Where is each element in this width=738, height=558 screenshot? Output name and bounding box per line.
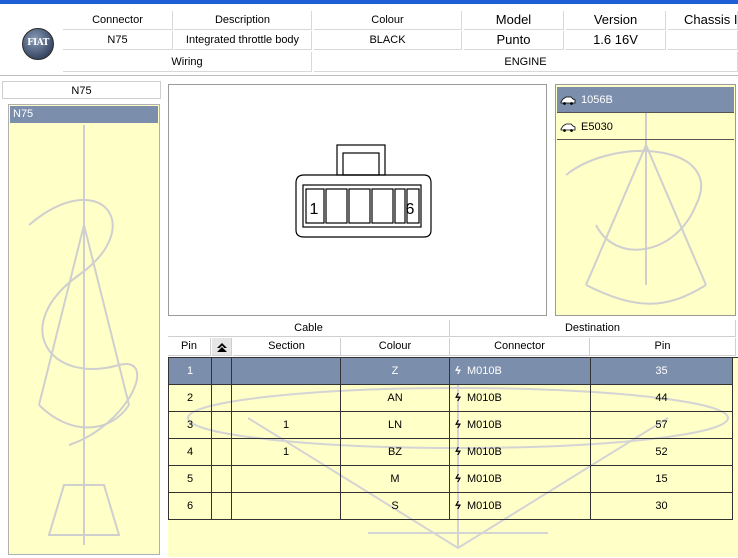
sort-icon	[216, 343, 227, 352]
watermark-graphic	[28, 125, 139, 545]
table-row[interactable]: 5 Mϟ M010B 15	[168, 466, 733, 493]
cell-connector: ϟ M010B	[450, 358, 591, 385]
header-label-connector: Connector	[63, 11, 173, 30]
variant-label: E5030	[581, 121, 613, 133]
header-value-model: Punto	[464, 31, 564, 50]
column-header-colour[interactable]: Colour	[341, 338, 450, 356]
cell-pin: 1	[168, 358, 212, 385]
table-row[interactable]: 1 Zϟ M010B 35	[168, 358, 733, 385]
pin-label-first: 1	[310, 201, 319, 218]
column-header-section[interactable]: Section	[233, 338, 341, 356]
cell-section	[232, 466, 341, 493]
lightning-icon: ϟ	[455, 392, 461, 404]
header-value-colour: BLACK	[314, 31, 462, 50]
cell-dest-pin: 52	[591, 439, 733, 466]
cell-dest-pin: 57	[591, 412, 733, 439]
header-value-description: Integrated throttle body	[174, 31, 312, 50]
cell-connector: ϟ M010B	[450, 412, 591, 439]
header-value-version: 1.6 16V	[566, 31, 666, 50]
table-row[interactable]: 2 AN ϟ M010B 44	[168, 385, 733, 412]
lightning-icon: ϟ	[455, 473, 461, 485]
lightning-icon: ϟ	[455, 446, 461, 458]
header-label-version: Version	[566, 11, 666, 30]
cell-section	[232, 493, 341, 520]
variants-panel: 1056B E5030	[555, 84, 736, 316]
cell-section	[232, 385, 341, 412]
cell-marker	[212, 358, 232, 385]
cell-colour: BZ	[341, 439, 450, 466]
cell-colour: S	[341, 493, 450, 520]
table-row[interactable]: 4 1 BZ ϟ M010B 52	[168, 439, 733, 466]
connector-diagram: 1 6	[295, 144, 432, 238]
lightning-icon: ϟ	[455, 419, 461, 431]
header-value-chassis	[668, 31, 738, 50]
cell-pin: 5	[168, 466, 212, 493]
cell-colour: Z	[341, 358, 450, 385]
header-label-colour: Colour	[314, 11, 462, 30]
cell-section: 1	[232, 439, 341, 466]
lightning-icon: ϟ	[455, 365, 461, 377]
header-wiring: Wiring	[63, 52, 312, 72]
cell-colour: LN	[341, 412, 450, 439]
connector-link[interactable]: M010B	[467, 365, 502, 377]
connector-list[interactable]: N75	[8, 104, 160, 555]
cell-marker	[212, 493, 232, 520]
group-header-destination: Destination	[450, 320, 736, 337]
variant-item-e5030[interactable]: E5030	[557, 114, 734, 140]
variant-label: 1056B	[581, 94, 613, 106]
header-label-model: Model	[464, 11, 564, 30]
cell-connector: ϟ M010B	[450, 466, 591, 493]
column-header-dest-pin[interactable]: Pin	[590, 338, 736, 356]
cell-colour: AN	[341, 385, 450, 412]
connector-diagram-area: 1 6	[168, 84, 547, 316]
connector-link[interactable]: M010B	[467, 473, 502, 485]
car-icon	[560, 123, 576, 132]
cell-marker	[212, 412, 232, 439]
cell-pin: 6	[168, 493, 212, 520]
column-header-connector[interactable]: Connector	[450, 338, 590, 356]
cell-marker	[212, 466, 232, 493]
cell-dest-pin: 15	[591, 466, 733, 493]
cell-connector: ϟ M010B	[450, 385, 591, 412]
cell-pin: 3	[168, 412, 212, 439]
variant-item-1056b[interactable]: 1056B	[557, 87, 734, 113]
connector-link[interactable]: M010B	[467, 419, 502, 431]
header-label-chassis: Chassis I	[668, 11, 738, 30]
cell-dest-pin: 30	[591, 493, 733, 520]
cell-pin: 2	[168, 385, 212, 412]
cell-section: 1	[232, 412, 341, 439]
cell-dest-pin: 35	[591, 358, 733, 385]
left-panel-title: N75	[2, 81, 161, 99]
header-label-description: Description	[174, 11, 312, 30]
table-row[interactable]: 6 Sϟ M010B 30	[168, 493, 733, 520]
column-header-sort[interactable]	[212, 338, 232, 356]
pin-label-last: 6	[406, 201, 415, 218]
connector-list-item[interactable]: N75	[10, 106, 158, 123]
cell-dest-pin: 44	[591, 385, 733, 412]
cell-marker	[212, 439, 232, 466]
cell-section	[232, 358, 341, 385]
table-row[interactable]: 3 1 LN ϟ M010B 57	[168, 412, 733, 439]
cell-connector: ϟ M010B	[450, 493, 591, 520]
connector-link[interactable]: M010B	[467, 500, 502, 512]
column-header-pin[interactable]: Pin	[168, 338, 211, 356]
lightning-icon: ϟ	[455, 500, 461, 512]
header-system: ENGINE	[314, 52, 738, 72]
group-header-cable: Cable	[168, 320, 450, 337]
cell-colour: M	[341, 466, 450, 493]
fiat-logo: FIAT	[22, 28, 54, 60]
connector-link[interactable]: M010B	[467, 392, 502, 404]
cell-marker	[212, 385, 232, 412]
cell-connector: ϟ M010B	[450, 439, 591, 466]
header-value-connector: N75	[63, 31, 173, 50]
car-icon	[560, 96, 576, 105]
connector-link[interactable]: M010B	[467, 446, 502, 458]
cell-pin: 4	[168, 439, 212, 466]
